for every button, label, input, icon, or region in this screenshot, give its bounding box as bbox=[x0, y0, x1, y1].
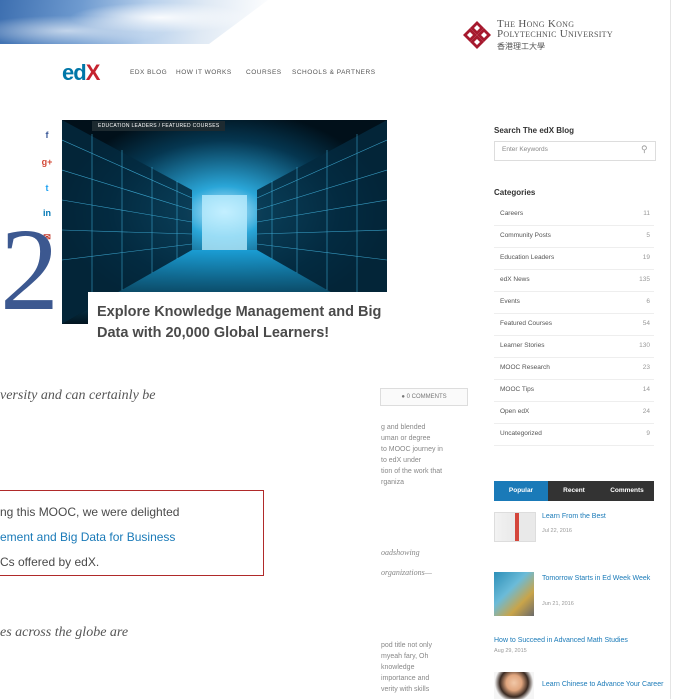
category-count: 54 bbox=[642, 320, 650, 327]
mid-line: tion of the work that bbox=[381, 468, 443, 475]
category-name: Events bbox=[500, 298, 520, 305]
category-item[interactable]: Careers 11 bbox=[494, 203, 654, 226]
category-name: Careers bbox=[500, 210, 524, 217]
category-name: edX News bbox=[500, 276, 530, 283]
category-name: MOOC Tips bbox=[500, 386, 534, 393]
category-item[interactable]: Featured Courses 54 bbox=[494, 313, 654, 336]
category-count: 11 bbox=[643, 210, 650, 217]
search-placeholder: Enter Keywords bbox=[502, 146, 548, 153]
category-count: 9 bbox=[646, 430, 650, 437]
category-item[interactable]: Learner Stories 130 bbox=[494, 335, 654, 358]
category-name: Featured Courses bbox=[500, 320, 553, 327]
mid-line: to edX under bbox=[381, 457, 422, 464]
mid-line: uman or degree bbox=[381, 435, 431, 442]
university-name-line2: Polytechnic University bbox=[497, 28, 613, 40]
article-middle-block-1: g and blended uman or degree to MOOC jou… bbox=[381, 422, 443, 488]
article-italic-text-1: versity and can certainly be bbox=[0, 388, 156, 403]
category-item[interactable]: Education Leaders 19 bbox=[494, 247, 654, 270]
edx-logo-ed: ed bbox=[62, 60, 87, 85]
category-name: Uncategorized bbox=[500, 430, 542, 437]
nav-edx-blog[interactable]: EDX BLOG bbox=[130, 69, 167, 76]
post-title-link[interactable]: Learn From the Best bbox=[542, 512, 662, 522]
category-count: 5 bbox=[646, 232, 650, 239]
nav-how-it-works[interactable]: HOW IT WORKS bbox=[176, 69, 232, 76]
google-plus-share-icon[interactable]: g+ bbox=[40, 157, 54, 167]
article-italic-text-2: es across the globe are bbox=[0, 625, 129, 640]
category-name: Education Leaders bbox=[500, 254, 555, 261]
post-title-link[interactable]: Tomorrow Starts in Ed Week Week bbox=[542, 574, 664, 584]
twitter-share-icon[interactable]: t bbox=[40, 183, 54, 193]
category-item[interactable]: Events 6 bbox=[494, 291, 654, 314]
quote-mark-glyph: 2 bbox=[0, 204, 59, 335]
category-name: MOOC Research bbox=[500, 364, 550, 371]
mid-italic-line: oadshowing bbox=[381, 548, 420, 557]
mid-line: pod title not only bbox=[381, 642, 432, 649]
category-item[interactable]: Community Posts 5 bbox=[494, 225, 654, 248]
quote-line-2-link[interactable]: ement and Big Data for Business bbox=[0, 530, 175, 544]
post-thumbnail[interactable] bbox=[494, 572, 534, 616]
category-item[interactable]: Open edX 24 bbox=[494, 401, 654, 424]
search-heading: Search The edX Blog bbox=[494, 126, 575, 135]
article-middle-block-2: pod title not only myeah fary, Oh knowle… bbox=[381, 640, 432, 695]
mid-line: importance and bbox=[381, 675, 430, 682]
tab-recent[interactable]: Recent bbox=[548, 481, 600, 501]
mid-line: to MOOC journey in bbox=[381, 446, 443, 453]
nav-schools-partners[interactable]: SCHOOLS & PARTNERS bbox=[292, 69, 376, 76]
category-item[interactable]: MOOC Research 23 bbox=[494, 357, 654, 380]
edx-logo[interactable]: edX bbox=[62, 60, 101, 86]
quote-line-3: Cs offered by edX. bbox=[0, 555, 100, 569]
post-date: Jun 21, 2016 bbox=[542, 601, 574, 607]
categories-heading: Categories bbox=[494, 188, 536, 197]
comments-count-label: 0 COMMENTS bbox=[406, 394, 447, 400]
category-count: 23 bbox=[642, 364, 650, 371]
article-middle-italic: oadshowing organizations— bbox=[381, 543, 432, 583]
post-title-link[interactable]: Learn Chinese to Advance Your Career bbox=[542, 680, 664, 690]
page-title: Explore Knowledge Management and Big Dat… bbox=[97, 304, 382, 341]
mid-line: myeah fary, Oh bbox=[381, 653, 429, 660]
posts-tabs: Popular Recent Comments bbox=[494, 481, 654, 501]
post-date: Jul 22, 2016 bbox=[542, 528, 572, 534]
tab-popular[interactable]: Popular bbox=[494, 481, 548, 501]
breadcrumb[interactable]: EDUCATION LEADERS / FEATURED COURSES bbox=[92, 121, 226, 131]
category-count: 130 bbox=[639, 342, 650, 349]
category-name: Community Posts bbox=[500, 232, 551, 239]
mid-italic-line: organizations— bbox=[381, 568, 432, 577]
comments-count-button[interactable]: ● 0 COMMENTS bbox=[380, 388, 468, 406]
header-banner-clouds bbox=[0, 0, 268, 44]
page-edge bbox=[670, 0, 683, 699]
category-item[interactable]: MOOC Tips 14 bbox=[494, 379, 654, 402]
university-name: The Hong Kong Polytechnic University bbox=[497, 19, 613, 40]
facebook-share-icon[interactable]: f bbox=[40, 130, 54, 140]
tab-comments[interactable]: Comments bbox=[600, 481, 654, 501]
category-count: 135 bbox=[639, 276, 650, 283]
mid-line: rganiza bbox=[381, 479, 404, 486]
university-name-cn: 香港理工大學 bbox=[497, 42, 545, 51]
category-item[interactable]: edX News 135 bbox=[494, 269, 654, 292]
category-count: 24 bbox=[642, 408, 650, 415]
category-count: 6 bbox=[646, 298, 650, 305]
mid-line: verity with skills bbox=[381, 686, 430, 693]
category-count: 19 bbox=[642, 254, 650, 261]
post-thumbnail[interactable] bbox=[494, 672, 534, 699]
mid-line: g and blended bbox=[381, 424, 426, 431]
edx-logo-x: X bbox=[85, 60, 101, 85]
post-thumbnail[interactable] bbox=[494, 512, 536, 542]
category-item[interactable]: Uncategorized 9 bbox=[494, 423, 654, 446]
polyu-logo-icon bbox=[462, 20, 492, 50]
category-name: Learner Stories bbox=[500, 342, 545, 349]
category-count: 14 bbox=[642, 386, 650, 393]
category-name: Open edX bbox=[500, 408, 530, 415]
search-icon[interactable]: ⚲ bbox=[641, 144, 648, 155]
post-date: Aug 29, 2015 bbox=[494, 648, 527, 654]
mid-line: knowledge bbox=[381, 664, 415, 671]
quote-line-1: ng this MOOC, we were delighted bbox=[0, 505, 180, 519]
post-title-link[interactable]: How to Succeed in Advanced Math Studies bbox=[494, 636, 664, 646]
nav-courses[interactable]: COURSES bbox=[246, 69, 282, 76]
